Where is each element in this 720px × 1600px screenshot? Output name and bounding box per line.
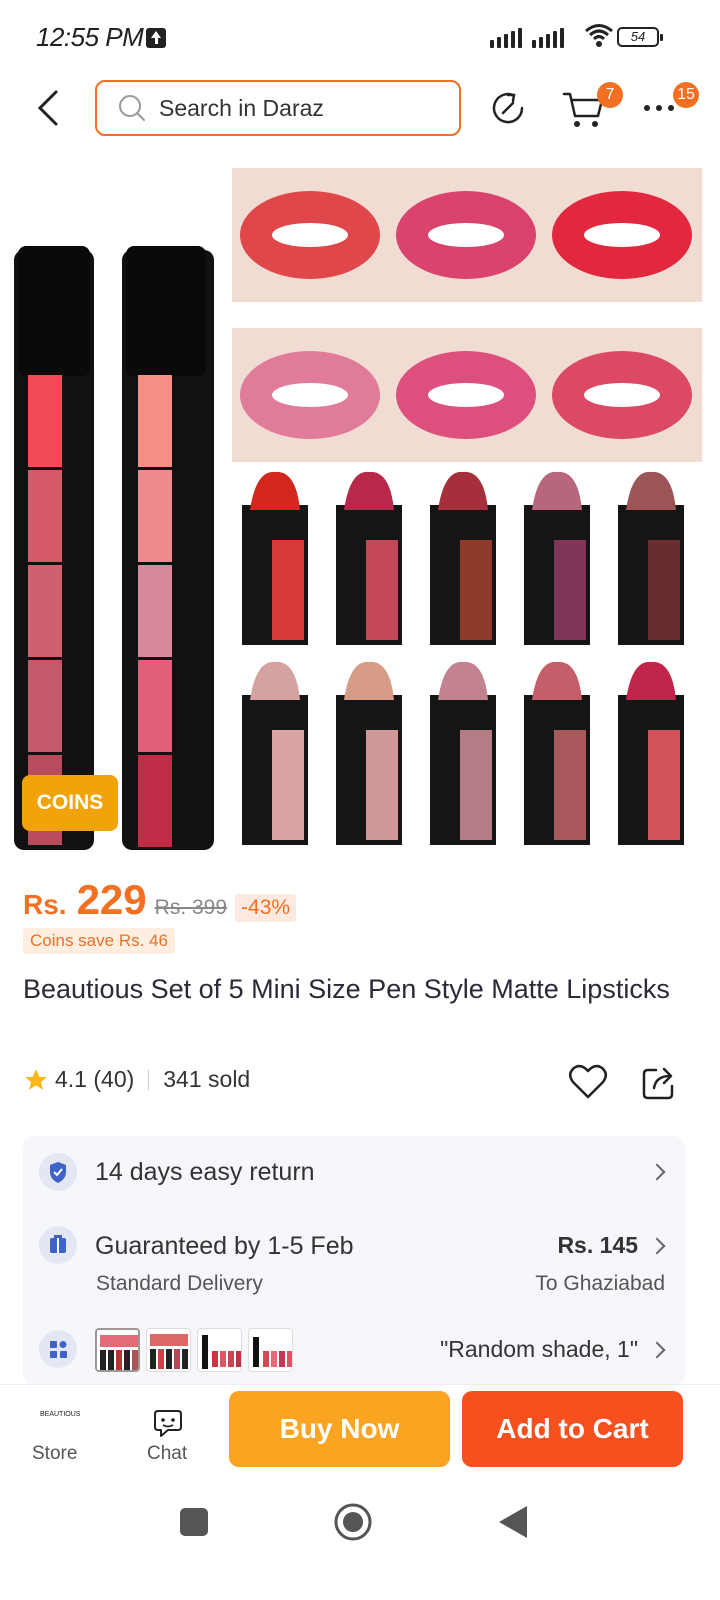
delivery-type: Standard Delivery [96,1272,263,1295]
return-policy-row[interactable]: 14 days easy return [23,1136,685,1208]
search-input[interactable]: Search in Daraz [95,80,461,136]
search-placeholder: Search in Daraz [159,94,324,121]
product-image-gallery[interactable] [0,150,720,860]
back-icon[interactable] [32,88,66,128]
delivery-location: To Ghaziabad [535,1272,665,1295]
variant-thumbnail[interactable] [95,1328,140,1372]
chevron-right-icon [648,1341,666,1359]
variant-row[interactable]: "Random shade, 1" [23,1316,685,1386]
delivery-box-icon [39,1226,77,1264]
shield-check-icon [39,1153,77,1191]
status-bar: 12:55 PM 54 [0,0,720,72]
variant-thumbnail[interactable] [146,1328,191,1372]
delivery-fee: Rs. 145 [557,1232,638,1258]
variant-thumbnails [95,1328,293,1372]
chevron-right-icon [648,1163,666,1181]
battery-icon: 54 [617,27,663,47]
history-icon[interactable] [489,89,527,127]
service-info-card: 14 days easy return Guaranteed by 1-5 Fe… [23,1136,685,1386]
chat-icon[interactable] [151,1407,185,1439]
price-amount: 229 [76,876,147,923]
divider [148,1069,150,1090]
coins-tag: COINS [22,775,118,831]
price-row: Rs. 229 Rs. 399 -43% [23,876,297,924]
back-nav-icon[interactable] [497,1504,529,1540]
discount-badge: -43% [235,894,297,922]
variant-thumbnail[interactable] [248,1328,293,1372]
signal-icon [490,26,522,48]
recents-icon[interactable] [179,1507,209,1537]
system-nav-bar [0,1482,720,1600]
share-icon[interactable] [640,1064,678,1102]
chat-button[interactable]: Chat [147,1443,187,1465]
star-icon [25,1068,47,1090]
store-logo: BEAUTIOUS [40,1411,81,1418]
add-to-cart-button[interactable]: Add to Cart [462,1391,683,1467]
top-nav: Search in Daraz 7 15 [0,72,720,144]
chevron-right-icon [648,1237,666,1255]
price-currency: Rs. [23,889,67,920]
signal-icon-2 [532,26,564,48]
wishlist-heart-icon[interactable] [568,1064,608,1100]
rating-row[interactable]: 4.1 (40) 341 sold [23,1066,250,1093]
variants-grid-icon [39,1330,77,1368]
search-icon [119,95,145,121]
upload-icon [146,28,166,48]
sold-count: 341 sold [163,1066,251,1092]
store-button[interactable]: Store [32,1443,77,1465]
product-title: Beautious Set of 5 Mini Size Pen Style M… [23,974,670,1004]
status-time: 12:55 PM [36,22,144,52]
variant-selection: "Random shade, 1" [440,1336,638,1362]
variant-thumbnail[interactable] [197,1328,242,1372]
delivery-title: Guaranteed by 1-5 Feb [95,1232,354,1260]
coins-save-badge: Coins save Rs. 46 [23,928,175,954]
product-image [14,168,702,850]
home-icon[interactable] [333,1502,373,1542]
more-icon[interactable] [642,102,676,114]
return-policy-label: 14 days easy return [95,1158,315,1186]
buy-now-button[interactable]: Buy Now [229,1391,450,1467]
cart-count-badge: 7 [597,82,623,108]
bottom-action-bar: BEAUTIOUS Store Chat Buy Now Add to Cart [0,1384,720,1482]
rating-value: 4.1 (40) [55,1066,135,1092]
delivery-row[interactable]: Guaranteed by 1-5 Feb Standard Delivery … [23,1210,685,1302]
wifi-icon [585,24,613,47]
original-price: Rs. 399 [154,896,228,919]
more-count-badge: 15 [673,82,699,108]
